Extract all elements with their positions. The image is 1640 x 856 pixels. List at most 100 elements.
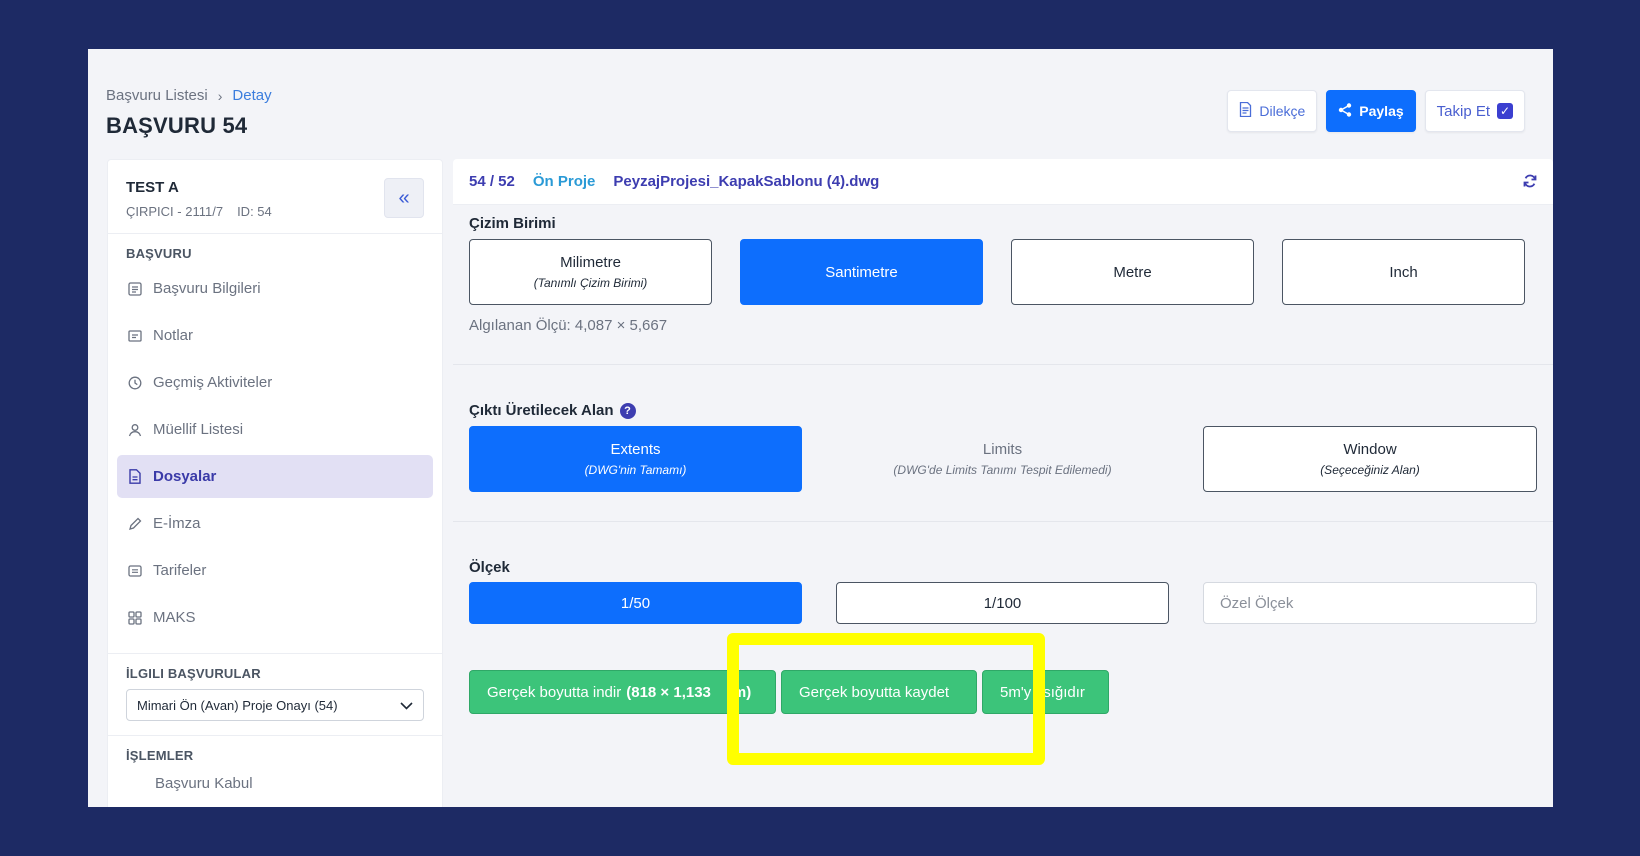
sidebar-item-maks[interactable]: MAKS (117, 596, 433, 639)
scale-option-label: 1/100 (983, 594, 1022, 612)
divider (453, 364, 1553, 365)
drawing-unit-label-text: Çizim Birimi (469, 215, 556, 232)
sidebar: TEST A ÇIRPICI - 2111/7 ID: 54 « BAŞVURU… (107, 159, 443, 807)
sidebar-item-label: Tarifeler (153, 562, 207, 579)
sidebar-header: TEST A ÇIRPICI - 2111/7 ID: 54 « (108, 160, 442, 234)
sidebar-item-label: Dosyalar (153, 468, 217, 485)
sidebar-item-files[interactable]: Dosyalar (117, 455, 433, 498)
download-size: (818 × 1,133 (626, 683, 711, 701)
section-title-application: BAŞVURU (126, 246, 192, 261)
document-icon (127, 281, 143, 297)
related-application-select[interactable]: Mimari Ön (Avan) Proje Onayı (54) (126, 689, 424, 721)
sidebar-item-label: Notlar (153, 327, 194, 344)
chevron-right-icon: › (217, 87, 223, 104)
unit-option-centimeter[interactable]: Santimetre (740, 239, 983, 305)
app-window: Başvuru Listesi › Detay BAŞVURU 54 Dilek… (88, 49, 1553, 807)
drawing-unit-label: Çizim Birimi (469, 215, 556, 232)
unit-option-label: Milimetre (560, 254, 621, 271)
sidebar-item-notes[interactable]: Notlar (117, 314, 433, 357)
scale-option-1-50[interactable]: 1/50 (469, 582, 802, 624)
save-label: Gerçek boyutta kaydet (799, 683, 950, 701)
area-option-limits: Limits (DWG'de Limits Tanımı Tespit Edil… (836, 426, 1169, 492)
area-option-label: Limits (982, 441, 1023, 458)
sidebar-item-architects[interactable]: Müellif Listesi (117, 408, 433, 451)
list-icon (127, 563, 143, 579)
scale-label-text: Ölçek (469, 559, 510, 576)
file-name[interactable]: PeyzajProjesi_KapakSablonu (4).dwg (613, 173, 879, 190)
unit-option-inch[interactable]: Inch (1282, 239, 1525, 305)
area-option-label: Window (1343, 441, 1397, 458)
document-icon (1239, 101, 1252, 120)
scale-option-1-100[interactable]: 1/100 (836, 582, 1169, 624)
sidebar-item-application-info[interactable]: Başvuru Bilgileri (117, 267, 433, 310)
share-label: Paylaş (1359, 103, 1404, 119)
follow-label: Takip Et (1436, 102, 1490, 120)
area-option-sub: (Seçeceğiniz Alan) (1320, 463, 1420, 477)
area-option-extents[interactable]: Extents (DWG'nin Tamamı) (469, 426, 802, 492)
double-chevron-left-icon: « (398, 186, 410, 209)
fit-to-size-button[interactable]: 5m'y sığıdır (982, 670, 1109, 714)
related-application-value: Mimari Ön (Avan) Proje Onayı (54) (137, 697, 338, 713)
section-title-related: İLGILI BAŞVURULAR (126, 666, 261, 681)
section-title-operations: İŞLEMLER (126, 748, 194, 763)
download-label: Gerçek boyutta indir (487, 683, 622, 701)
clock-icon (127, 375, 143, 391)
follow-button[interactable]: Takip Et ✓ (1424, 90, 1525, 132)
sidebar-item-label: Başvuru Kabul (155, 774, 253, 792)
sidebar-item-label: Müellif Listesi (153, 421, 244, 438)
refresh-icon[interactable] (1523, 173, 1537, 193)
file-icon (127, 469, 143, 485)
grid-icon (127, 610, 143, 626)
scale-label: Ölçek (469, 559, 510, 576)
chevron-down-icon (400, 698, 413, 713)
share-button[interactable]: Paylaş (1326, 90, 1416, 132)
output-area-label: Çıktı Üretilecek Alan ? (469, 402, 636, 419)
sidebar-item-label: MAKS (153, 609, 196, 626)
sidebar-item-tariffs[interactable]: Tarifeler (117, 549, 433, 592)
sidebar-item-history[interactable]: Geçmiş Aktiviteler (117, 361, 433, 404)
file-stage[interactable]: Ön Proje (533, 173, 596, 190)
fit-label-end: sığıdır (1043, 683, 1085, 701)
petition-label: Dilekçe (1259, 103, 1306, 119)
application-id: ID: 54 (237, 204, 272, 219)
sidebar-item-label: Geçmiş Aktiviteler (153, 374, 273, 391)
note-icon (127, 328, 143, 344)
detected-size: Algılanan Ölçü: 4,087 × 5,667 (469, 317, 668, 334)
fit-label-start: 5m'y (1000, 683, 1032, 701)
download-size-tail: m) (732, 683, 752, 701)
unit-option-millimeter[interactable]: Milimetre (Tanımlı Çizim Birimi) (469, 239, 712, 305)
pen-icon (127, 516, 143, 532)
user-icon (127, 422, 143, 438)
unit-option-label: Metre (1113, 263, 1152, 281)
file-counter: 54 / 52 (469, 173, 515, 190)
file-header: 54 / 52 Ön Proje PeyzajProjesi_KapakSabl… (453, 159, 1553, 205)
area-option-label: Extents (610, 441, 661, 458)
page-title: BAŞVURU 54 (106, 113, 248, 138)
download-real-size-button[interactable]: Gerçek boyutta indir (818 × 1,133 m) (469, 670, 776, 714)
breadcrumb-list-link[interactable]: Başvuru Listesi (106, 87, 208, 104)
breadcrumb-current: Detay (232, 87, 272, 104)
checkbox-checked-icon: ✓ (1497, 103, 1513, 119)
breadcrumb: Başvuru Listesi › Detay (106, 87, 272, 104)
help-icon[interactable]: ? (619, 402, 636, 419)
applicant-name: TEST A (126, 179, 179, 196)
parcel-info: ÇIRPICI - 2111/7 (126, 204, 224, 219)
unit-option-label: Santimetre (825, 263, 898, 281)
sidebar-item-operation[interactable]: Başvuru Kabul (117, 769, 433, 797)
custom-scale-input[interactable] (1203, 582, 1537, 624)
scale-option-label: 1/50 (620, 594, 651, 612)
collapse-sidebar-button[interactable]: « (384, 178, 424, 218)
main-panel: 54 / 52 Ön Proje PeyzajProjesi_KapakSabl… (453, 159, 1553, 807)
output-area-label-text: Çıktı Üretilecek Alan (469, 402, 614, 419)
save-real-size-button[interactable]: Gerçek boyutta kaydet (781, 670, 977, 714)
unit-option-meter[interactable]: Metre (1011, 239, 1254, 305)
share-icon (1338, 102, 1352, 120)
area-option-window[interactable]: Window (Seçeceğiniz Alan) (1203, 426, 1537, 492)
sidebar-item-e-signature[interactable]: E-İmza (117, 502, 433, 545)
area-option-sub: (DWG'nin Tamamı) (584, 463, 687, 477)
header-actions: Dilekçe Paylaş Takip Et ✓ (1227, 90, 1525, 132)
unit-option-label: Inch (1389, 263, 1418, 281)
area-option-sub: (DWG'de Limits Tanımı Tespit Edilemedi) (893, 463, 1112, 477)
petition-button[interactable]: Dilekçe (1227, 90, 1318, 132)
sidebar-item-label: Başvuru Bilgileri (153, 280, 261, 297)
